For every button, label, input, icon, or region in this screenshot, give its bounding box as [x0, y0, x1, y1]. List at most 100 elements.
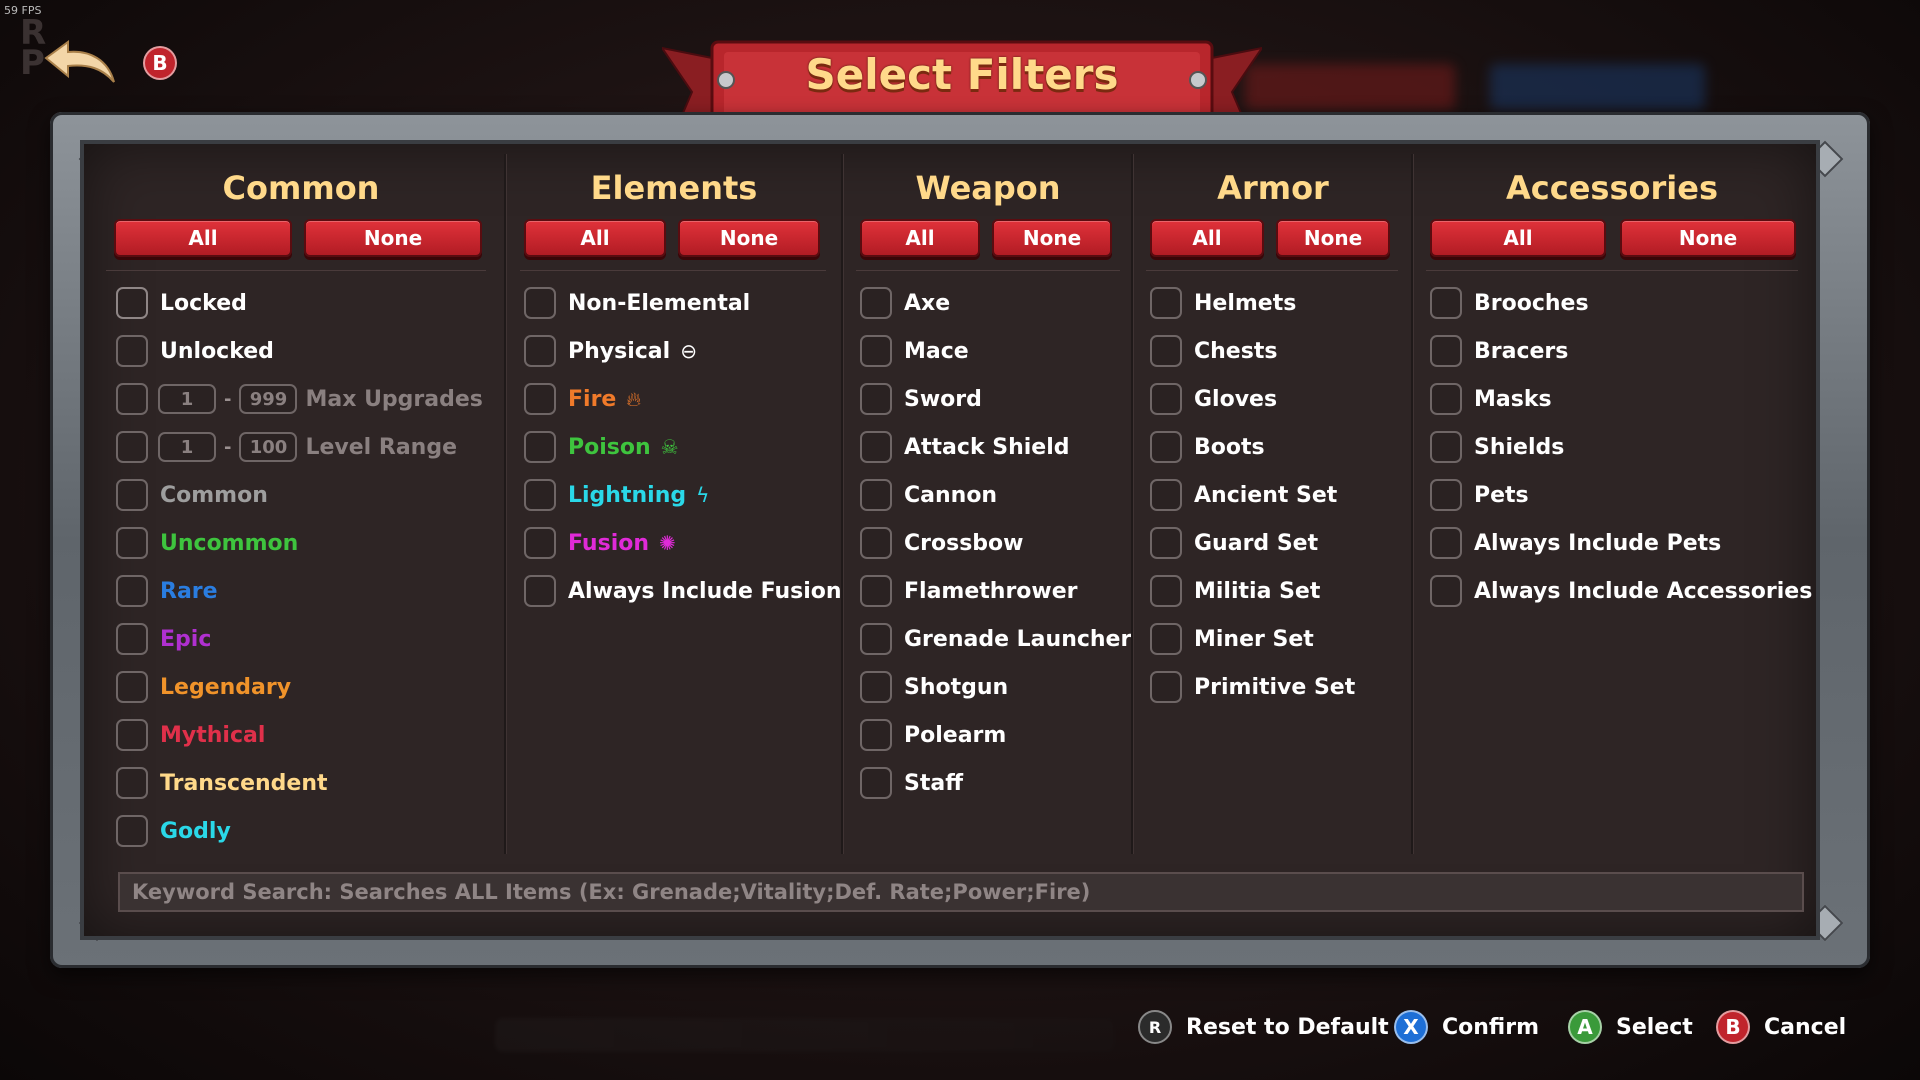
checkbox[interactable]: [116, 815, 148, 847]
checkbox[interactable]: [524, 575, 556, 607]
filter-item[interactable]: Always Include Fusion: [524, 573, 842, 609]
checkbox[interactable]: [1150, 335, 1182, 367]
checkbox[interactable]: [1150, 383, 1182, 415]
checkbox[interactable]: [1150, 671, 1182, 703]
checkbox[interactable]: [116, 671, 148, 703]
checkbox[interactable]: [1150, 575, 1182, 607]
filter-item[interactable]: Axe: [860, 285, 950, 321]
filter-item[interactable]: Staff: [860, 765, 963, 801]
checkbox[interactable]: [860, 335, 892, 367]
checkbox[interactable]: [860, 287, 892, 319]
max-upgrades-max-input[interactable]: 999: [239, 384, 298, 414]
filter-item[interactable]: Polearm: [860, 717, 1006, 753]
checkbox[interactable]: [1150, 479, 1182, 511]
checkbox[interactable]: [116, 719, 148, 751]
filter-item[interactable]: Fusion ✺: [524, 525, 676, 561]
checkbox[interactable]: [1430, 479, 1462, 511]
cancel-hint[interactable]: B Cancel: [1716, 1010, 1846, 1044]
checkbox[interactable]: [116, 479, 148, 511]
checkbox[interactable]: [524, 431, 556, 463]
checkbox[interactable]: [1150, 431, 1182, 463]
filter-item[interactable]: Always Include Pets: [1430, 525, 1721, 561]
filter-item[interactable]: Militia Set: [1150, 573, 1320, 609]
checkbox[interactable]: [116, 431, 148, 463]
checkbox[interactable]: [524, 479, 556, 511]
filter-item[interactable]: Guard Set: [1150, 525, 1318, 561]
armor-none-button[interactable]: None: [1276, 219, 1390, 257]
filter-item[interactable]: Uncommon: [116, 525, 298, 561]
checkbox[interactable]: [116, 287, 148, 319]
checkbox[interactable]: [524, 287, 556, 319]
elements-none-button[interactable]: None: [678, 219, 820, 257]
checkbox[interactable]: [116, 527, 148, 559]
checkbox[interactable]: [860, 575, 892, 607]
filter-item[interactable]: Attack Shield: [860, 429, 1070, 465]
checkbox[interactable]: [860, 383, 892, 415]
filter-item[interactable]: Mace: [860, 333, 969, 369]
checkbox[interactable]: [116, 335, 148, 367]
filter-item[interactable]: Bracers: [1430, 333, 1568, 369]
filter-item[interactable]: Crossbow: [860, 525, 1024, 561]
keyword-search-input[interactable]: Keyword Search: Searches ALL Items (Ex: …: [118, 872, 1804, 912]
checkbox[interactable]: [1430, 383, 1462, 415]
filter-item[interactable]: Physical ⊖: [524, 333, 697, 369]
checkbox[interactable]: [524, 383, 556, 415]
back-button[interactable]: [42, 36, 122, 88]
weapon-all-button[interactable]: All: [860, 219, 980, 257]
common-all-button[interactable]: All: [114, 219, 292, 257]
checkbox[interactable]: [860, 527, 892, 559]
checkbox[interactable]: [860, 671, 892, 703]
checkbox[interactable]: [1430, 287, 1462, 319]
checkbox[interactable]: [1150, 527, 1182, 559]
filter-item[interactable]: Brooches: [1430, 285, 1589, 321]
filter-item[interactable]: Sword: [860, 381, 982, 417]
filter-item[interactable]: Transcendent: [116, 765, 328, 801]
checkbox[interactable]: [860, 479, 892, 511]
filter-item[interactable]: Legendary: [116, 669, 291, 705]
filter-item[interactable]: Poison ☠: [524, 429, 679, 465]
filter-item[interactable]: Fire 🔥︎: [524, 381, 641, 417]
checkbox[interactable]: [860, 623, 892, 655]
checkbox[interactable]: [524, 335, 556, 367]
checkbox[interactable]: [116, 623, 148, 655]
filter-item[interactable]: Mythical: [116, 717, 265, 753]
checkbox[interactable]: [116, 383, 148, 415]
filter-level-range[interactable]: 1 - 100 Level Range: [116, 429, 457, 465]
checkbox[interactable]: [116, 767, 148, 799]
checkbox[interactable]: [1430, 431, 1462, 463]
filter-item[interactable]: Pets: [1430, 477, 1529, 513]
confirm-hint[interactable]: X Confirm: [1394, 1010, 1539, 1044]
filter-item[interactable]: Miner Set: [1150, 621, 1314, 657]
filter-item[interactable]: Ancient Set: [1150, 477, 1337, 513]
level-range-min-input[interactable]: 1: [158, 432, 216, 462]
filter-item[interactable]: Helmets: [1150, 285, 1296, 321]
filter-max-upgrades[interactable]: 1 - 999 Max Upgrades: [116, 381, 483, 417]
filter-item[interactable]: Always Include Accessories: [1430, 573, 1812, 609]
level-range-max-input[interactable]: 100: [239, 432, 298, 462]
filter-item[interactable]: Gloves: [1150, 381, 1277, 417]
filter-item[interactable]: Primitive Set: [1150, 669, 1355, 705]
filter-item[interactable]: Boots: [1150, 429, 1265, 465]
accessories-none-button[interactable]: None: [1620, 219, 1796, 257]
checkbox[interactable]: [1430, 575, 1462, 607]
accessories-all-button[interactable]: All: [1430, 219, 1606, 257]
filter-item[interactable]: Non-Elemental: [524, 285, 750, 321]
filter-item[interactable]: Grenade Launcher: [860, 621, 1131, 657]
filter-item[interactable]: Shields: [1430, 429, 1564, 465]
checkbox[interactable]: [1150, 287, 1182, 319]
checkbox[interactable]: [524, 527, 556, 559]
filter-item[interactable]: Chests: [1150, 333, 1277, 369]
checkbox[interactable]: [860, 767, 892, 799]
filter-item[interactable]: Masks: [1430, 381, 1552, 417]
weapon-none-button[interactable]: None: [992, 219, 1112, 257]
select-hint[interactable]: A Select: [1568, 1010, 1693, 1044]
filter-item[interactable]: Common: [116, 477, 268, 513]
checkbox[interactable]: [1150, 623, 1182, 655]
armor-all-button[interactable]: All: [1150, 219, 1264, 257]
reset-to-default-hint[interactable]: R Reset to Default: [1138, 1010, 1389, 1044]
checkbox[interactable]: [1430, 335, 1462, 367]
filter-locked[interactable]: Locked: [116, 285, 247, 321]
checkbox[interactable]: [1430, 527, 1462, 559]
filter-item[interactable]: Shotgun: [860, 669, 1008, 705]
filter-item[interactable]: Flamethrower: [860, 573, 1078, 609]
